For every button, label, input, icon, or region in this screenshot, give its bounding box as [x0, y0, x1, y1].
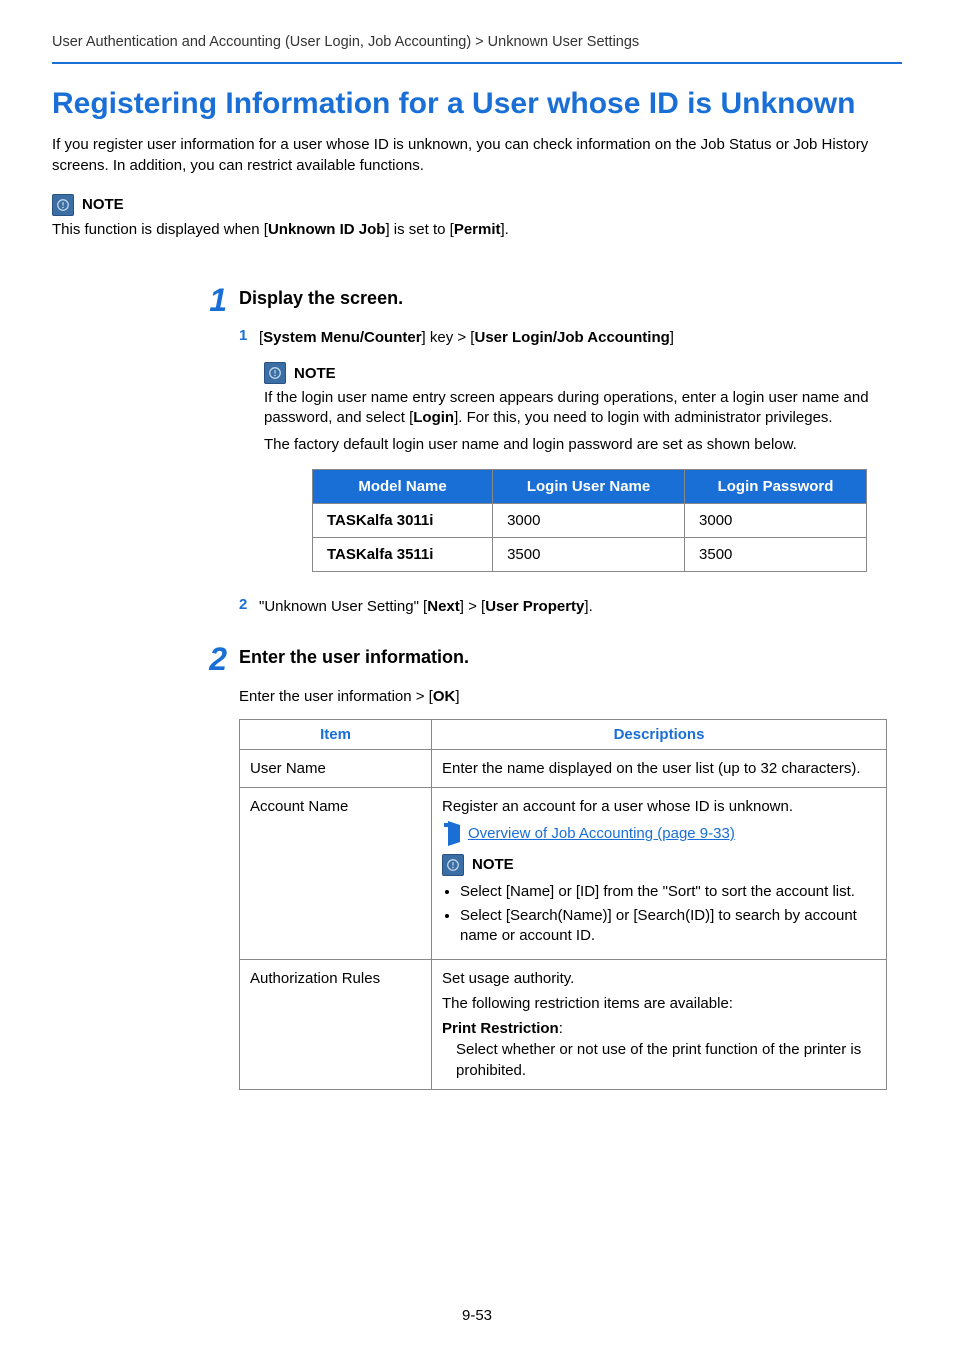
restriction-desc: Select whether or not use of the print f… — [442, 1039, 876, 1081]
breadcrumb: User Authentication and Accounting (User… — [52, 34, 902, 62]
step-1-title: Display the screen. — [239, 284, 902, 309]
th-desc: Descriptions — [432, 719, 887, 749]
bullet: Select [Search(Name)] or [Search(ID)] to… — [460, 906, 876, 947]
note-body: This function is displayed when [Unknown… — [52, 220, 902, 240]
table-row: TASKalfa 3511i 3500 3500 — [313, 537, 867, 571]
sub-number: 1 — [239, 327, 259, 344]
th-pass: Login Password — [685, 469, 867, 503]
step-1-sub-1: 1 [System Menu/Counter] key > [User Logi… — [239, 327, 902, 348]
th-item: Item — [240, 719, 432, 749]
step-2-lead: Enter the user information > [OK] — [239, 686, 902, 707]
top-note: NOTE This function is displayed when [Un… — [52, 194, 902, 240]
step-1-note-body: If the login user name entry screen appe… — [264, 388, 902, 429]
step-1-note-body-2: The factory default login user name and … — [264, 435, 902, 455]
note-label: NOTE — [82, 196, 124, 213]
table-row: Authorization Rules Set usage authority.… — [240, 959, 887, 1089]
note-icon — [442, 854, 464, 876]
login-table: Model Name Login User Name Login Passwor… — [312, 469, 867, 572]
sub-number: 2 — [239, 596, 259, 613]
header-rule — [52, 62, 902, 64]
info-table: Item Descriptions User Name Enter the na… — [239, 719, 887, 1090]
table-row: Account Name Register an account for a u… — [240, 787, 887, 959]
note-label: NOTE — [294, 365, 336, 382]
th-model: Model Name — [313, 469, 493, 503]
intro-text: If you register user information for a u… — [52, 135, 902, 176]
note-icon — [52, 194, 74, 216]
step-2: 2 Enter the user information. Enter the … — [187, 643, 902, 1090]
desc-line: The following restriction items are avai… — [442, 993, 876, 1014]
step-1-sub-2: 2 "Unknown User Setting" [Next] > [User … — [239, 596, 902, 617]
th-user: Login User Name — [493, 469, 685, 503]
bullet: Select [Name] or [ID] from the "Sort" to… — [460, 882, 876, 902]
restriction-label: Print Restriction — [442, 1020, 559, 1037]
desc-line: Set usage authority. — [442, 968, 876, 989]
step-number: 1 — [187, 284, 239, 316]
step-1: 1 Display the screen. 1 [System Menu/Cou… — [187, 284, 902, 631]
table-row: TASKalfa 3011i 3000 3000 — [313, 503, 867, 537]
page-number: 9-53 — [0, 1307, 954, 1324]
step-2-title: Enter the user information. — [239, 643, 902, 668]
page-title: Registering Information for a User whose… — [52, 86, 902, 121]
desc-line: Register an account for a user whose ID … — [442, 796, 876, 817]
table-row: User Name Enter the name displayed on th… — [240, 749, 887, 787]
step-number: 2 — [187, 643, 239, 675]
xref-link[interactable]: Overview of Job Accounting (page 9-33) — [468, 823, 735, 844]
note-icon — [264, 362, 286, 384]
arrow-icon — [448, 821, 460, 846]
note-label: NOTE — [472, 854, 514, 875]
